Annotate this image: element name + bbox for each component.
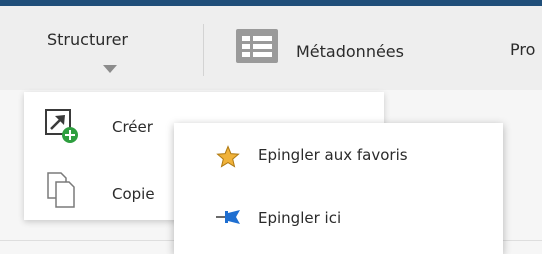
menu-item-copie-label: Copie bbox=[112, 185, 155, 203]
create-shortcut-icon bbox=[44, 108, 84, 152]
ribbon-toolbar: Structurer Métadonnées Pro bbox=[0, 6, 542, 90]
menu-item-epingler-favoris[interactable]: Epingler aux favoris bbox=[174, 127, 503, 187]
pro-button[interactable]: Pro bbox=[510, 6, 542, 90]
context-menu: Epingler aux favoris Epingler ici bbox=[174, 123, 503, 254]
structurer-label: Structurer bbox=[47, 30, 129, 49]
metadonnees-button[interactable]: Métadonnées bbox=[236, 6, 476, 90]
menu-item-epingler-ici[interactable]: Epingler ici bbox=[174, 189, 503, 249]
pro-label: Pro bbox=[510, 40, 536, 59]
metadata-list-icon bbox=[236, 29, 278, 63]
chevron-down-icon bbox=[103, 65, 117, 73]
star-icon bbox=[216, 145, 240, 173]
menu-item-creer-label: Créer bbox=[112, 118, 153, 136]
copy-icon bbox=[44, 170, 84, 214]
epingler-favoris-label: Epingler aux favoris bbox=[258, 146, 408, 164]
pin-icon bbox=[216, 207, 242, 231]
structurer-button[interactable]: Structurer bbox=[30, 6, 200, 90]
metadonnees-label: Métadonnées bbox=[296, 42, 404, 61]
epingler-ici-label: Epingler ici bbox=[258, 209, 342, 227]
ribbon-separator bbox=[203, 24, 204, 76]
